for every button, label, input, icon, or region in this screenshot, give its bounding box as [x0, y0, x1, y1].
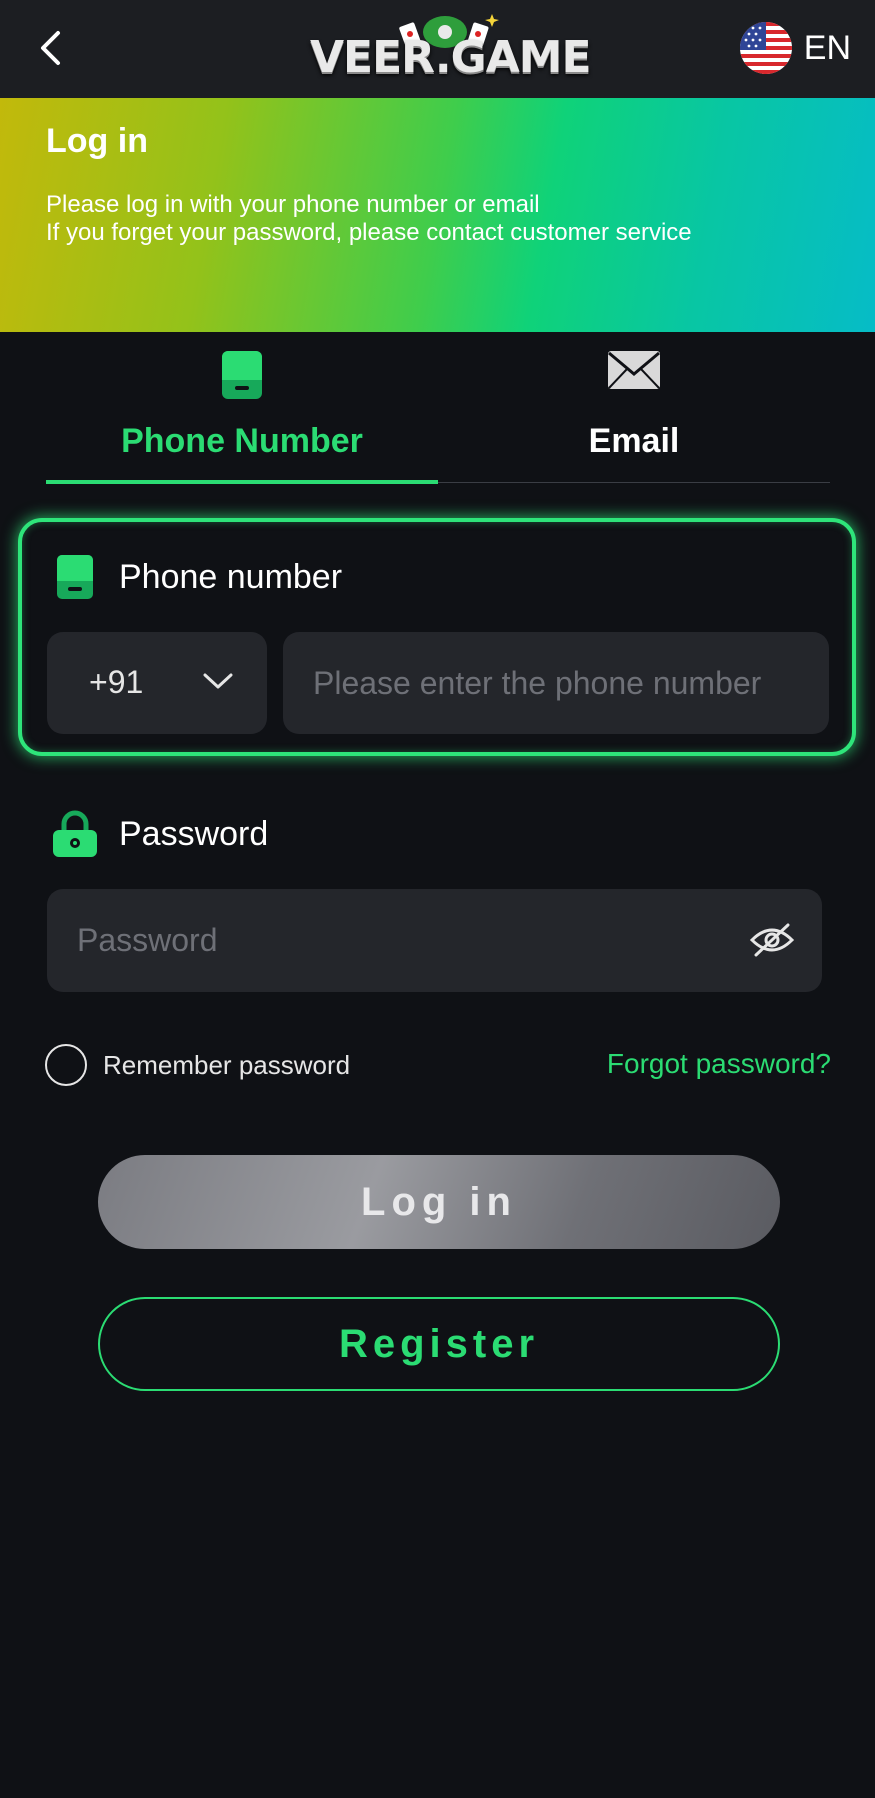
- language-label: EN: [803, 28, 851, 67]
- remember-password-toggle[interactable]: Remember password: [45, 1044, 350, 1086]
- tab-phone-number[interactable]: Phone Number: [46, 350, 438, 484]
- logo-text: VEER.GAME: [310, 32, 592, 83]
- page-title: Log in: [46, 122, 148, 160]
- language-selector[interactable]: EN: [739, 20, 851, 76]
- login-button[interactable]: Log in: [98, 1155, 780, 1249]
- top-header: VEER.GAME EN: [0, 0, 875, 98]
- chevron-left-icon: [41, 31, 60, 65]
- chevron-down-icon: [203, 673, 233, 689]
- country-code-value: +91: [89, 664, 144, 700]
- login-banner: Log in Please log in with your phone num…: [0, 98, 875, 332]
- password-input-wrapper: [47, 889, 822, 992]
- toggle-password-visibility[interactable]: [749, 922, 795, 958]
- forgot-password-link[interactable]: Forgot password?: [607, 1048, 831, 1080]
- tab-email-label: Email: [588, 422, 680, 460]
- phone-input-wrapper: [283, 632, 829, 734]
- password-input[interactable]: [47, 889, 822, 992]
- phone-number-input[interactable]: [283, 632, 829, 734]
- eye-off-icon: [749, 923, 795, 957]
- banner-note: If you forget your password, please cont…: [46, 219, 692, 246]
- phone-icon: [57, 555, 93, 599]
- tab-phone-number-label: Phone Number: [121, 422, 363, 460]
- us-flag-icon: [739, 22, 792, 74]
- phone-number-label: Phone number: [119, 558, 343, 596]
- phone-icon: [222, 351, 262, 399]
- remember-password-label: Remember password: [103, 1049, 351, 1080]
- tab-email[interactable]: Email: [438, 350, 830, 484]
- banner-instruction: Please log in with your phone number or …: [46, 191, 540, 218]
- envelope-icon: [608, 351, 660, 389]
- back-button[interactable]: [30, 24, 70, 72]
- lock-icon: [53, 810, 97, 857]
- remember-password-radio[interactable]: [45, 1044, 87, 1086]
- register-button[interactable]: Register: [98, 1297, 780, 1391]
- password-label: Password: [119, 815, 269, 853]
- veer-game-logo: VEER.GAME: [310, 10, 592, 90]
- country-code-select[interactable]: +91: [47, 632, 267, 734]
- login-screen: VEER.GAME EN Log in Please log in with y…: [0, 0, 875, 1798]
- active-tab-indicator: [46, 480, 438, 484]
